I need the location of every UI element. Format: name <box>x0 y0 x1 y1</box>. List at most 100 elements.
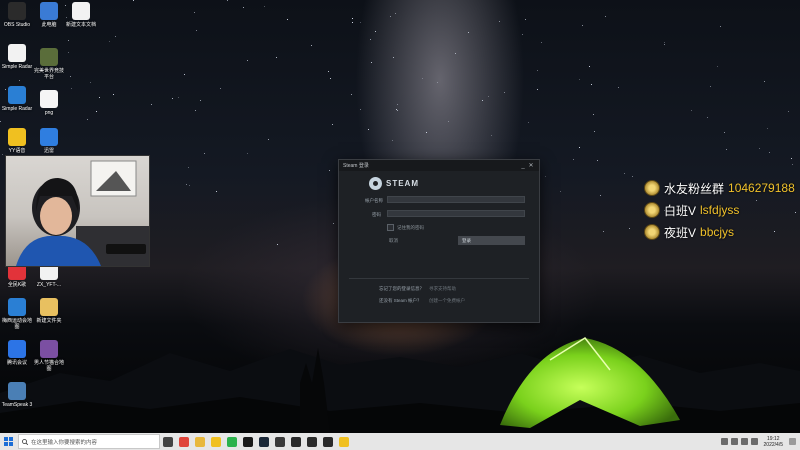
star <box>204 153 205 154</box>
star <box>597 160 598 161</box>
account-name-input[interactable] <box>387 196 525 203</box>
desktop-icon[interactable]: Simple Radar <box>0 44 34 70</box>
support-link[interactable]: 寻求支持帮助 <box>429 286 456 292</box>
taskbar-app-wegame[interactable] <box>240 433 256 450</box>
star <box>247 60 248 61</box>
desktop-icon-label: 新建文本文档 <box>65 22 96 28</box>
star <box>499 21 500 22</box>
tencent-meeting-icon <box>8 340 26 358</box>
taskbar-search-box[interactable]: 在这里输入你要搜索的内容 <box>18 434 160 449</box>
tray-language-icon[interactable] <box>750 438 758 445</box>
search-icon <box>22 438 28 445</box>
star <box>277 244 278 245</box>
star <box>605 16 606 17</box>
desktop-icon[interactable]: 新建文件夹 <box>32 298 66 324</box>
desktop-icon[interactable]: png <box>32 90 66 116</box>
desktop-icon-label: Simple Radar <box>1 106 33 112</box>
star <box>195 110 196 111</box>
desktop-icon-label: Simple Radar <box>1 64 33 70</box>
star <box>624 173 625 174</box>
desktop-icon-label: YY语音 <box>8 148 26 154</box>
star <box>707 117 708 118</box>
star <box>247 153 248 154</box>
desktop-icon[interactable]: 梅西运动会地图 <box>0 298 34 330</box>
star <box>332 124 333 125</box>
desktop-icon[interactable]: 腾讯会议 <box>0 340 34 366</box>
star <box>724 132 725 133</box>
taskbar-app-steam[interactable] <box>256 433 272 450</box>
tray-keyboard-icon[interactable] <box>720 438 728 445</box>
tray-volume-icon[interactable] <box>740 438 748 445</box>
star <box>392 140 393 141</box>
desktop-icon[interactable]: 此电脑 <box>32 2 66 28</box>
minimize-button[interactable]: _ <box>519 163 527 169</box>
cancel-button[interactable]: 取消 <box>389 238 398 244</box>
star <box>186 184 187 185</box>
obs-icon <box>307 436 317 447</box>
desktop-icon[interactable]: 迅雷 <box>32 128 66 154</box>
star <box>792 164 793 165</box>
rar-icon <box>40 340 58 358</box>
taskbar-app-task-view[interactable] <box>160 433 176 450</box>
star <box>19 80 20 81</box>
star <box>491 135 492 136</box>
taskbar-app-game[interactable] <box>288 433 304 450</box>
star <box>96 111 97 112</box>
clock[interactable]: 19:12 2022/4/5 <box>761 436 786 448</box>
remember-password-label: 记住我的密码 <box>397 224 424 230</box>
desktop-icon-label: ZX_YFT-... <box>36 282 62 288</box>
star <box>87 119 88 120</box>
taskbar-app-chrome[interactable] <box>176 433 192 450</box>
window-title: Steam 登录 <box>343 163 369 169</box>
star <box>370 39 371 40</box>
start-button[interactable] <box>0 433 16 450</box>
perfect-world-icon <box>40 48 58 66</box>
star <box>482 100 483 101</box>
login-button[interactable]: 登录 <box>458 236 525 245</box>
taskbar-app-wechat[interactable] <box>224 433 240 450</box>
star <box>422 78 423 79</box>
xunlei-icon <box>40 128 58 146</box>
taskbar-app-file-explorer[interactable] <box>192 433 208 450</box>
desktop-icon[interactable]: YY语音 <box>0 128 34 154</box>
taskbar-app-cs[interactable] <box>272 433 288 450</box>
star <box>351 94 352 95</box>
star <box>488 96 489 97</box>
star <box>504 92 505 93</box>
close-button[interactable]: ✕ <box>527 162 535 169</box>
desktop-icon[interactable]: Simple Radar <box>0 86 34 112</box>
star <box>68 40 69 41</box>
taskbar-app-game[interactable] <box>320 433 336 450</box>
remember-password-checkbox[interactable]: 记住我的密码 <box>387 224 424 231</box>
desktop-icon[interactable]: OBS Studio <box>0 2 34 28</box>
taskbar-app-qq[interactable] <box>208 433 224 450</box>
star <box>437 82 438 83</box>
star <box>767 128 768 129</box>
desktop-icon[interactable]: 完美世界竞技平台 <box>32 48 66 80</box>
tray-network-icon[interactable] <box>730 438 738 445</box>
star <box>178 97 179 98</box>
star <box>196 30 197 31</box>
create-account-link[interactable]: 创建一个免费帐户 <box>429 298 465 304</box>
star <box>329 170 330 171</box>
star <box>618 87 619 88</box>
password-label: 密码 <box>372 212 381 217</box>
password-input[interactable] <box>387 210 525 217</box>
desktop-icon[interactable]: 男人节猫合地图 <box>32 340 66 372</box>
desktop-icon-label: OBS Studio <box>3 22 31 28</box>
star <box>333 223 334 224</box>
task-view-icon <box>163 436 173 447</box>
star <box>216 191 217 192</box>
steam-title-bar[interactable]: Steam 登录 _ ✕ <box>339 160 539 171</box>
desktop-icon-label: TeamSpeak 3 <box>1 402 33 408</box>
steam-icon <box>369 177 382 190</box>
taskbar-app-yy[interactable] <box>336 433 352 450</box>
overlay-value: bbcjys <box>700 225 735 239</box>
desktop-icon[interactable]: 新建文本文档 <box>64 2 98 28</box>
star <box>390 16 391 17</box>
desktop-icon[interactable]: TeamSpeak 3 <box>0 382 34 408</box>
notification-icon[interactable] <box>789 438 796 445</box>
star <box>397 110 398 111</box>
star <box>368 129 369 130</box>
taskbar-app-obs[interactable] <box>304 433 320 450</box>
